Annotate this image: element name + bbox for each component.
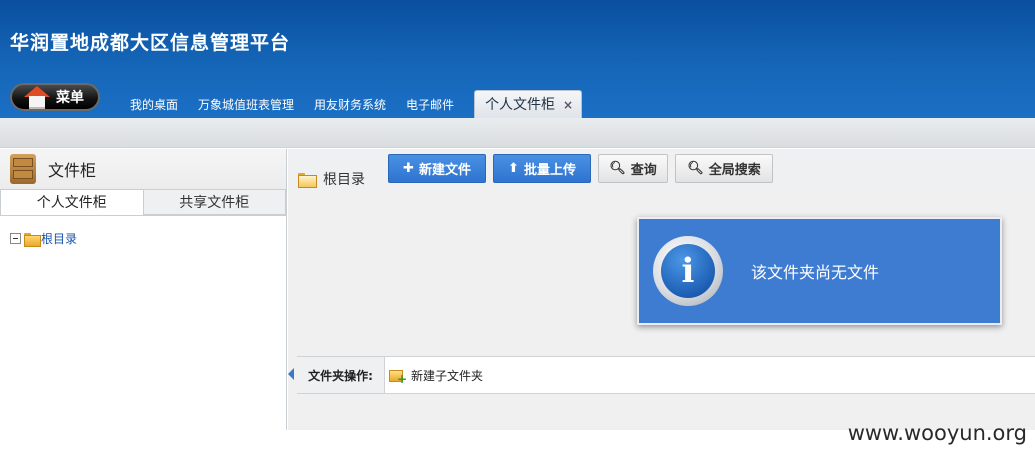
folder-ops-label: 文件夹操作: [297, 357, 385, 393]
breadcrumb-root: 根目录 [323, 172, 365, 188]
nav-item-duty-roster[interactable]: 万象城值班表管理 [188, 90, 304, 118]
collapse-icon[interactable] [10, 233, 21, 244]
tree-root-label[interactable]: 根目录 [41, 230, 77, 247]
tab-personal-cabinet-label: 个人文件柜 [485, 97, 556, 113]
folder-icon [24, 232, 41, 247]
new-folder-icon: + [389, 368, 407, 385]
tab-personal-files[interactable]: 个人文件柜 [0, 189, 144, 215]
new-file-button[interactable]: ✚ 新建文件 [388, 154, 486, 183]
batch-upload-button[interactable]: ⬆ 批量上传 [493, 154, 591, 183]
open-folder-icon [298, 172, 317, 188]
folder-operations-row: 文件夹操作: + 新建子文件夹 [297, 356, 1035, 394]
new-subfolder-link[interactable]: + 新建子文件夹 [389, 367, 484, 385]
tab-personal-cabinet[interactable]: 个人文件柜 × [474, 90, 583, 119]
nav-item-desktop[interactable]: 我的桌面 [120, 90, 188, 118]
file-cabinet-icon [8, 152, 38, 186]
new-file-label: 新建文件 [418, 163, 471, 178]
watermark: www.wooyun.org [847, 421, 1027, 445]
file-toolbar: 根目录 ✚ 新建文件 ⬆ 批量上传 🔍︎ 查询 🔍︎ 全局搜索 [288, 149, 1035, 189]
plus-icon: ✚ [403, 161, 414, 176]
query-button[interactable]: 🔍︎ 查询 [598, 154, 668, 183]
app-title: 华润置地成都大区信息管理平台 [10, 32, 291, 54]
batch-upload-label: 批量上传 [523, 163, 576, 178]
cabinet-tabs: 个人文件柜 共享文件柜 [0, 189, 286, 216]
top-nav: 我的桌面 万象城值班表管理 用友财务系统 电子邮件 个人文件柜 × [120, 88, 583, 119]
empty-folder-message: i 该文件夹尚无文件 [637, 217, 1002, 325]
tab-shared-files[interactable]: 共享文件柜 [143, 189, 286, 215]
menu-button[interactable]: 菜单 [10, 83, 100, 111]
search-icon: 🔍︎ [609, 161, 626, 176]
new-subfolder-label: 新建子文件夹 [411, 368, 484, 383]
global-search-label: 全局搜索 [708, 163, 761, 178]
nav-item-finance[interactable]: 用友财务系统 [304, 90, 396, 118]
breadcrumb: 根目录 [298, 169, 365, 189]
tree-node-root[interactable]: 根目录 [0, 216, 286, 247]
close-icon[interactable]: × [563, 91, 573, 119]
app-header: 华润置地成都大区信息管理平台 菜单 我的桌面 万象城值班表管理 用友财务系统 电… [0, 0, 1035, 118]
home-icon [24, 86, 50, 109]
query-label: 查询 [630, 163, 657, 178]
collapse-left-arrow-icon[interactable] [288, 368, 294, 380]
empty-folder-text: 该文件夹尚无文件 [751, 263, 880, 282]
left-panel: 文件柜 个人文件柜 共享文件柜 根目录 [0, 149, 287, 430]
global-search-button[interactable]: 🔍︎ 全局搜索 [675, 154, 773, 183]
sub-toolbar [0, 118, 1035, 148]
nav-item-email[interactable]: 电子邮件 [396, 90, 464, 118]
left-panel-title: 文件柜 [48, 161, 97, 180]
left-panel-header: 文件柜 [0, 149, 286, 189]
menu-label: 菜单 [56, 90, 84, 106]
info-icon: i [653, 236, 723, 306]
main-panel: 根目录 ✚ 新建文件 ⬆ 批量上传 🔍︎ 查询 🔍︎ 全局搜索 i 该文件夹尚无… [288, 149, 1035, 430]
search-icon: 🔍︎ [687, 161, 704, 176]
upload-arrow-icon: ⬆ [508, 161, 519, 176]
